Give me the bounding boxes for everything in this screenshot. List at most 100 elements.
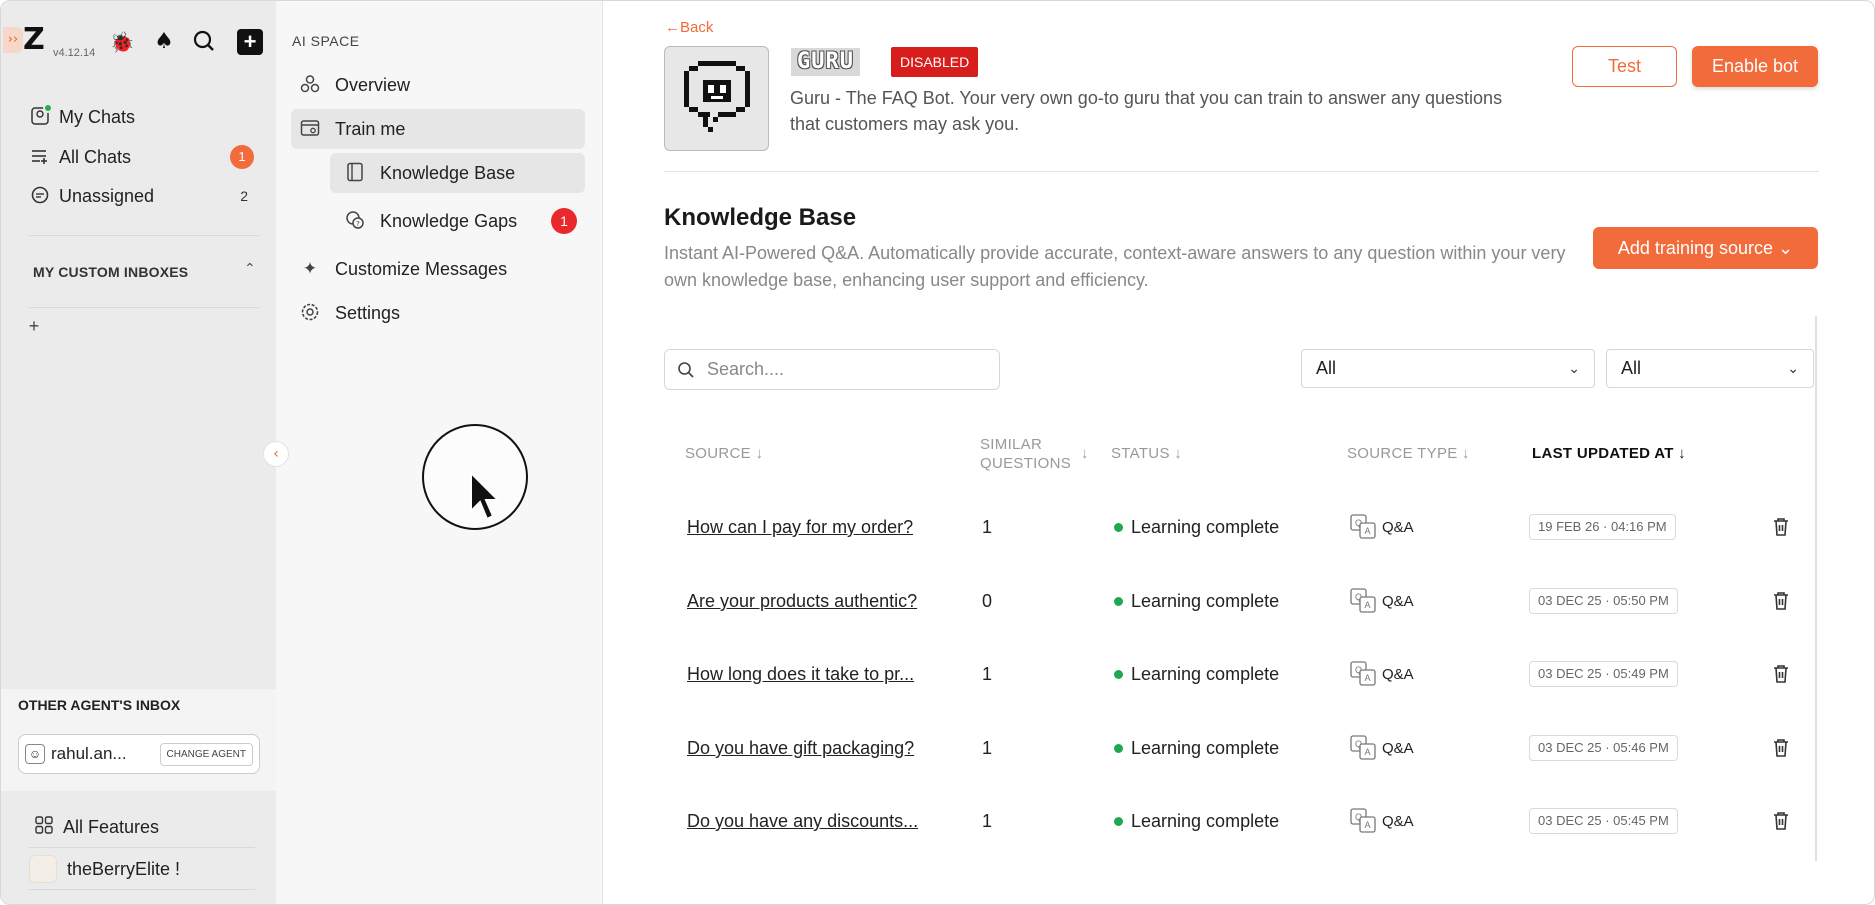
- date-badge: 03 DEC 25 · 05:50 PM: [1529, 588, 1678, 614]
- similar-count: 1: [982, 738, 993, 758]
- online-dot: [43, 103, 53, 113]
- similar-count: 1: [982, 517, 993, 537]
- status-cell: Learning complete: [1114, 637, 1279, 711]
- menu-label: Knowledge Base: [380, 162, 516, 183]
- filter-select-1[interactable]: All ⌄: [1301, 349, 1595, 388]
- bug-icon[interactable]: 🐞: [109, 29, 135, 55]
- svg-text:A: A: [1364, 747, 1370, 757]
- table-row: How can I pay for my order? 1 Learning c…: [664, 490, 1814, 564]
- scrollbar[interactable]: [1815, 316, 1817, 861]
- add-inbox-icon[interactable]: +: [25, 317, 43, 335]
- date-badge: 19 FEB 26 · 04:16 PM: [1529, 514, 1676, 540]
- source-type: Q&A: [1382, 665, 1414, 683]
- nav-my-chats[interactable]: My Chats: [29, 102, 254, 132]
- enable-bot-button[interactable]: Enable bot: [1692, 46, 1818, 87]
- test-button[interactable]: Test: [1572, 46, 1677, 87]
- source-type-cell: Q A Q&A: [1350, 808, 1414, 834]
- mouse-cursor-icon: [470, 471, 501, 521]
- menu-train-me[interactable]: Train me: [291, 109, 585, 149]
- ai-space-title: AI SPACE: [292, 33, 360, 49]
- knowledge-gaps-count: 1: [551, 208, 577, 234]
- source-link[interactable]: Do you have gift packaging?: [687, 711, 914, 785]
- status-dot: [1114, 522, 1123, 532]
- status-dot: [1114, 816, 1123, 826]
- source-type: Q&A: [1382, 518, 1414, 536]
- bot-name: GURU: [791, 48, 860, 76]
- add-training-source-button[interactable]: Add training source ⌄: [1593, 227, 1818, 269]
- nav-label: My Chats: [59, 106, 136, 127]
- page-title: Knowledge Base: [664, 204, 857, 231]
- menu-overview[interactable]: Overview: [291, 65, 583, 105]
- app-version: v4.12.14: [53, 47, 96, 59]
- bot-description: Guru - The FAQ Bot. Your very own go-to …: [790, 88, 1503, 134]
- source-link[interactable]: How long does it take to pr...: [687, 637, 914, 711]
- menu-settings[interactable]: Settings: [291, 293, 583, 333]
- chevron-up-icon[interactable]: ⌃: [244, 261, 256, 277]
- filter-select-2[interactable]: All ⌄: [1606, 349, 1814, 388]
- divider: [664, 171, 1819, 172]
- header-source-type[interactable]: SOURCE TYPE ↓: [1347, 445, 1470, 462]
- search-icon[interactable]: [191, 29, 217, 55]
- header-similar-questions[interactable]: SIMILAR QUESTIONS: [980, 435, 1071, 473]
- header-status[interactable]: STATUS ↓: [1111, 445, 1182, 462]
- source-link[interactable]: Are your products authentic?: [687, 564, 917, 638]
- unassigned-icon: [29, 185, 51, 207]
- status-text: Learning complete: [1131, 591, 1280, 611]
- menu-knowledge-gaps[interactable]: ? Knowledge Gaps 1: [330, 201, 585, 241]
- status-cell: Learning complete: [1114, 564, 1279, 638]
- table-row: Do you have gift packaging? 1 Learning c…: [664, 711, 1814, 785]
- header-similar-line2: QUESTIONS: [980, 455, 1072, 472]
- overview-icon: [299, 74, 321, 96]
- svg-text:A: A: [1364, 600, 1370, 610]
- search-input[interactable]: Search....: [664, 349, 1000, 390]
- trash-icon[interactable]: [1772, 811, 1790, 831]
- store-name: theBerryElite !: [67, 858, 181, 879]
- header-source[interactable]: SOURCE ↓: [685, 445, 763, 462]
- status-badge: DISABLED: [891, 47, 979, 77]
- menu-label: Train me: [335, 118, 406, 139]
- unassigned-count: 2: [240, 188, 248, 204]
- store-switcher[interactable]: theBerryElite !: [29, 854, 180, 884]
- trash-icon[interactable]: [1772, 664, 1790, 684]
- collapse-sidebar-icon[interactable]: ‹: [263, 441, 289, 467]
- nav-unassigned[interactable]: Unassigned 2: [29, 181, 254, 211]
- nav-all-chats[interactable]: All Chats 1: [29, 142, 254, 172]
- chevron-down-icon: ⌄: [1568, 360, 1580, 377]
- back-link[interactable]: ←Back: [665, 19, 713, 36]
- svg-text:A: A: [1364, 673, 1370, 683]
- source-link[interactable]: Do you have any discounts...: [687, 784, 918, 858]
- spade-icon[interactable]: ♠: [151, 29, 177, 55]
- menu-customize-messages[interactable]: ✦ Customize Messages: [291, 249, 583, 289]
- trash-icon[interactable]: [1772, 517, 1790, 537]
- expand-rail-icon[interactable]: ››: [3, 27, 23, 53]
- header-last-updated[interactable]: LAST UPDATED AT ↓: [1532, 445, 1686, 462]
- train-icon: [299, 118, 321, 140]
- trash-icon[interactable]: [1772, 738, 1790, 758]
- menu-knowledge-base[interactable]: Knowledge Base: [330, 153, 585, 193]
- trash-icon[interactable]: [1772, 591, 1790, 611]
- status-dot: [1114, 743, 1123, 753]
- bot-avatar: [664, 46, 769, 151]
- source-link[interactable]: How can I pay for my order?: [687, 490, 913, 564]
- source-type: Q&A: [1382, 592, 1414, 610]
- status-text: Learning complete: [1131, 517, 1280, 537]
- status-dot: [1114, 596, 1123, 606]
- sort-arrow-icon[interactable]: ↓: [1081, 445, 1089, 462]
- menu-label: Knowledge Gaps: [380, 210, 518, 231]
- menu-label: Settings: [335, 302, 401, 323]
- change-agent-button[interactable]: CHANGE AGENT: [159, 742, 253, 766]
- nav-label: Unassigned: [59, 185, 155, 206]
- all-chats-icon: [29, 146, 51, 168]
- date-badge: 03 DEC 25 · 05:46 PM: [1529, 735, 1678, 761]
- qa-icon: QA: [1350, 588, 1378, 614]
- agent-avatar-icon: ☺: [25, 744, 45, 764]
- divider: [29, 307, 259, 308]
- source-type-cell: Q A Q&A: [1350, 588, 1414, 614]
- all-features-link[interactable]: All Features: [33, 812, 159, 842]
- other-inbox-title: OTHER AGENT'S INBOX: [18, 697, 181, 713]
- source-type: Q&A: [1382, 739, 1414, 757]
- new-chat-icon[interactable]: +: [237, 29, 263, 55]
- status-cell: Learning complete: [1114, 711, 1279, 785]
- status-cell: Learning complete: [1114, 784, 1279, 858]
- logo-icon: Z: [23, 22, 45, 57]
